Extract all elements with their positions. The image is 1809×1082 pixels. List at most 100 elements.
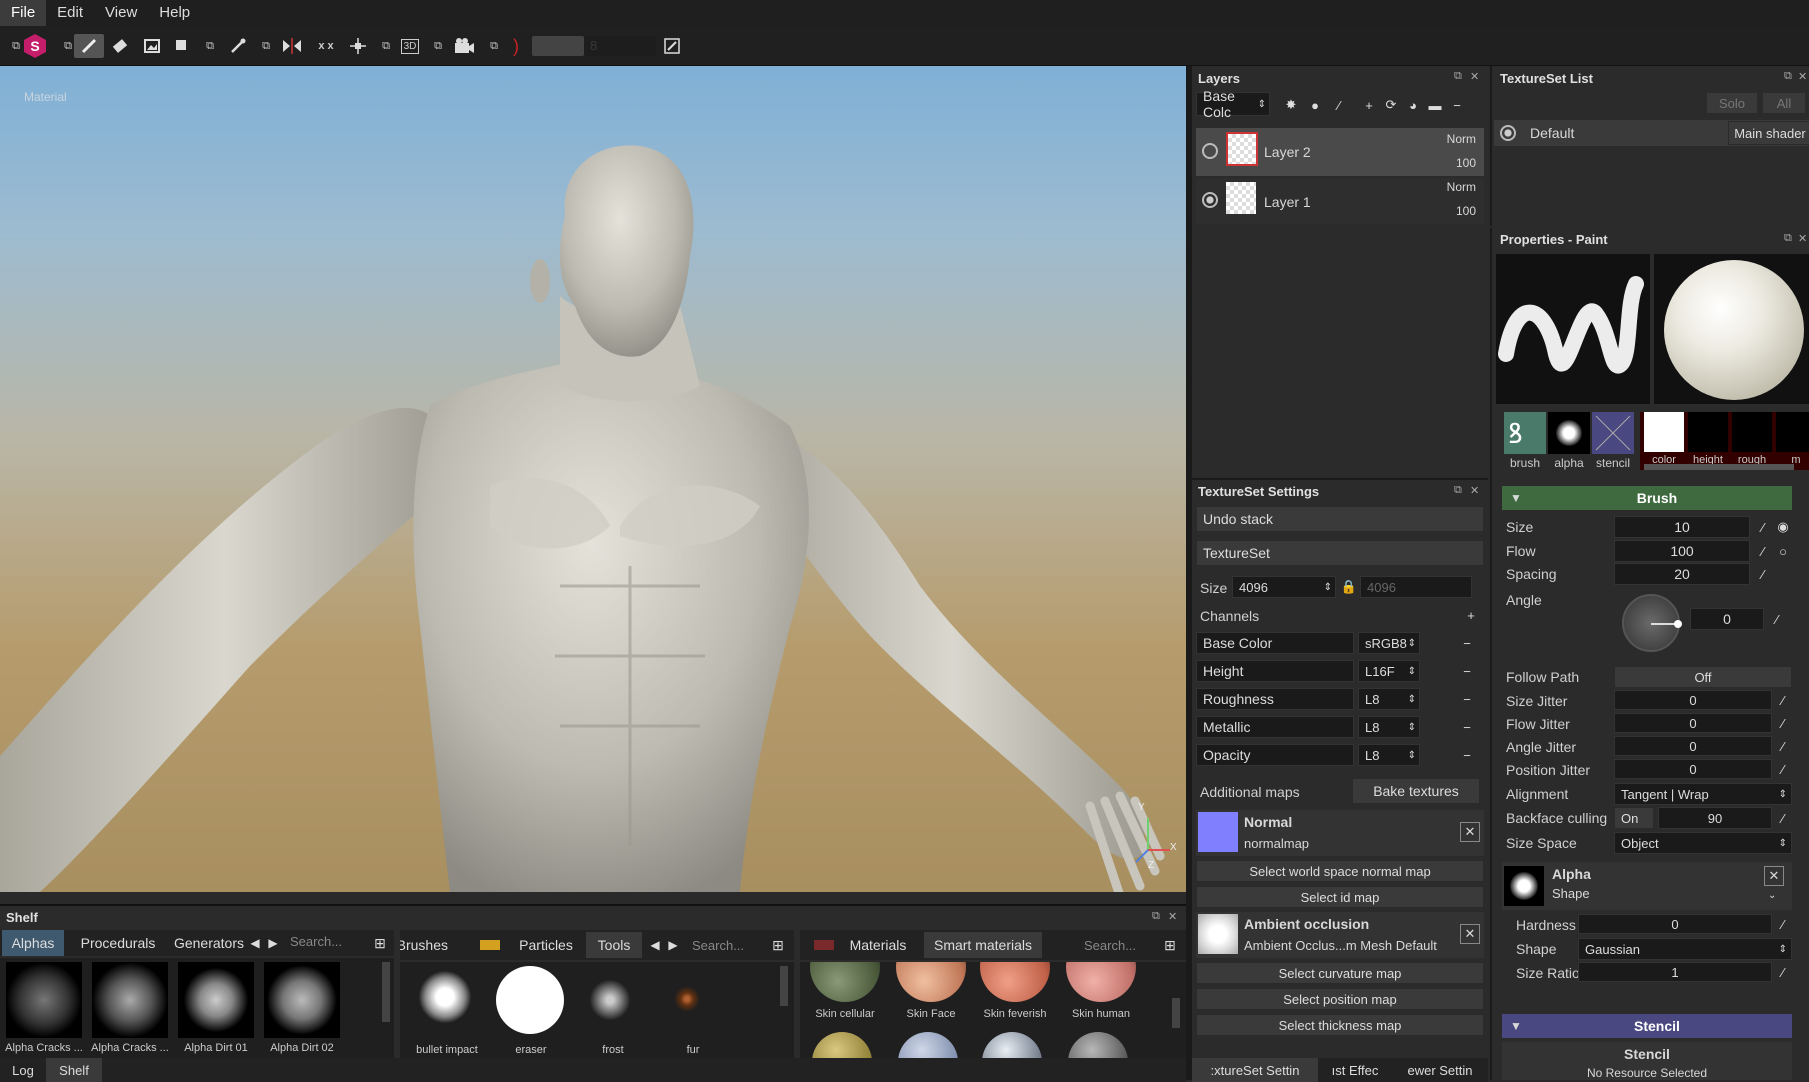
select-position-button[interactable]: Select position map (1196, 988, 1484, 1010)
edit-icon[interactable]: ⁄ (1768, 610, 1786, 628)
mask-icon[interactable]: ✸ (1282, 96, 1300, 114)
tools-scrollbar[interactable] (780, 966, 788, 1006)
tab-brushes[interactable]: Brushes (400, 932, 448, 958)
edit-icon[interactable]: ⁄ (1774, 809, 1792, 827)
brush-spacing-slider[interactable]: 20 (1614, 563, 1750, 585)
delete-layer-icon[interactable]: − (1448, 96, 1466, 114)
material-icon[interactable]: ◕ (1404, 96, 1422, 114)
eraser-icon[interactable] (108, 34, 132, 58)
size-select[interactable]: 4096 ⇕ (1232, 576, 1336, 598)
backface-culling-toggle[interactable]: On (1614, 807, 1654, 829)
channel-select[interactable]: Base Colc ⇕ (1196, 88, 1270, 120)
edit-icon[interactable]: ⁄ (1774, 691, 1792, 709)
size-space-select[interactable]: Object ⇕ (1614, 832, 1792, 854)
undo-stack-button[interactable]: Undo stack (1196, 506, 1484, 532)
shelf-search-input[interactable]: Search... (290, 934, 366, 952)
tool-thumbnail[interactable] (496, 966, 564, 1034)
alpha-resource-slot[interactable]: Alpha Shape ✕ ⌄ (1502, 862, 1792, 910)
layer-name[interactable]: Layer 2 (1264, 144, 1311, 160)
3d-view-icon[interactable]: 3D (398, 34, 422, 58)
channel-format[interactable]: L16F ⇕ (1358, 660, 1420, 682)
material-thumbnail[interactable] (896, 962, 966, 1002)
edit-icon[interactable]: ⁄ (1754, 542, 1772, 560)
layer-opacity[interactable]: 100 (1456, 204, 1476, 218)
edit-icon[interactable] (660, 34, 684, 58)
angle-field[interactable]: 0 (1690, 608, 1764, 630)
brush-section-header[interactable]: ▼ Brush (1502, 486, 1792, 510)
remove-channel-icon[interactable]: − (1458, 718, 1476, 736)
add-layer-icon[interactable]: + (1360, 96, 1378, 114)
polygon-fill-icon[interactable] (170, 34, 194, 58)
flow-jitter-slider[interactable]: 0 (1614, 713, 1772, 733)
tool-thumbnail[interactable] (672, 984, 702, 1014)
brush-slot[interactable]: ꝸ (1504, 412, 1546, 454)
undock-icon[interactable]: ⧉ (1454, 484, 1462, 497)
pen-pressure-icon[interactable]: ◉ (1774, 518, 1792, 536)
menu-file[interactable]: File (0, 0, 47, 26)
add-channel-icon[interactable]: + (1462, 606, 1480, 624)
popout-icon[interactable]: ⧉ (482, 34, 506, 58)
material-thumbnail[interactable] (980, 962, 1050, 1002)
channel-format[interactable]: L8 ⇕ (1358, 716, 1420, 738)
backface-angle-slider[interactable]: 90 (1658, 807, 1772, 829)
position-jitter-slider[interactable]: 0 (1614, 759, 1772, 779)
brush-flow-slider[interactable]: 100 (1614, 540, 1750, 562)
edit-icon[interactable]: ⁄ (1754, 518, 1772, 536)
stencil-slot[interactable] (1592, 412, 1634, 454)
remove-channel-icon[interactable]: − (1458, 634, 1476, 652)
grid-view-icon[interactable]: ⊞ (1160, 932, 1180, 958)
menu-help[interactable]: Help (148, 0, 201, 26)
textureset-button[interactable]: TextureSet (1196, 540, 1484, 566)
popout-icon[interactable]: ⧉ (426, 34, 450, 58)
angle-jitter-slider[interactable]: 0 (1614, 736, 1772, 756)
rough-swatch[interactable] (1732, 412, 1772, 452)
picker-icon[interactable] (226, 34, 250, 58)
folder-icon[interactable]: ▬ (1426, 96, 1444, 114)
material-thumbnail[interactable] (810, 962, 880, 1002)
projection-icon[interactable] (140, 34, 164, 58)
strip-scrollbar[interactable] (1644, 464, 1794, 470)
bake-textures-button[interactable]: Bake textures (1352, 778, 1480, 804)
layer-blend[interactable]: Norm (1447, 180, 1476, 194)
select-thickness-button[interactable]: Select thickness map (1196, 1014, 1484, 1036)
chevron-right-icon[interactable]: ▶ (666, 932, 680, 958)
effect-icon[interactable]: ⟳ (1382, 96, 1400, 114)
select-world-normal-button[interactable]: Select world space normal map (1196, 860, 1484, 882)
edit-icon[interactable]: ⁄ (1754, 565, 1772, 583)
tab-smart-materials[interactable]: Smart materials (924, 932, 1042, 958)
channel-format[interactable]: L8 ⇕ (1358, 744, 1420, 766)
menu-view[interactable]: View (94, 0, 148, 26)
tab-generators[interactable]: Generators (170, 930, 248, 956)
shape-select[interactable]: Gaussian ⇕ (1578, 938, 1792, 960)
color-swatch[interactable] (1644, 412, 1684, 452)
close-icon[interactable]: ✕ (1798, 70, 1807, 83)
stencil-section-header[interactable]: ▼ Stencil (1502, 1014, 1792, 1038)
lock-icon[interactable]: 🔒 (1340, 578, 1358, 596)
menu-edit[interactable]: Edit (46, 0, 94, 26)
camera-icon[interactable] (452, 34, 476, 58)
alphas-scrollbar[interactable] (382, 962, 390, 1022)
textureset-name[interactable]: Default (1530, 125, 1574, 141)
clear-icon[interactable]: ✕ (1460, 822, 1480, 842)
tab-alphas[interactable]: Alphas (2, 930, 64, 956)
shelf-search-input[interactable]: Search... (692, 938, 766, 956)
chevron-left-icon[interactable]: ◀ (248, 930, 262, 956)
angle-dial-handle[interactable] (1674, 620, 1682, 628)
grid-view-icon[interactable]: ⊞ (370, 930, 390, 956)
close-icon[interactable]: ✕ (1798, 232, 1807, 245)
remove-channel-icon[interactable]: − (1458, 690, 1476, 708)
alpha-thumbnail[interactable] (264, 962, 340, 1038)
close-icon[interactable]: ✕ (1470, 484, 1479, 497)
paint-layer-icon[interactable]: ⁄ (1330, 96, 1348, 114)
tool-thumbnail[interactable] (414, 966, 476, 1028)
tab-procedurals[interactable]: Procedurals (68, 930, 168, 956)
layer-blend[interactable]: Norm (1447, 132, 1476, 146)
transform-icon[interactable] (346, 34, 370, 58)
hardness-slider[interactable]: 0 (1578, 914, 1772, 934)
edit-icon[interactable]: ⁄ (1774, 915, 1792, 933)
alpha-thumbnail[interactable] (6, 962, 82, 1038)
edit-icon[interactable]: ⁄ (1774, 737, 1792, 755)
visibility-toggle[interactable] (1202, 192, 1218, 208)
grid-view-icon[interactable]: ⊞ (768, 932, 788, 958)
edit-icon[interactable]: ⁄ (1774, 963, 1792, 981)
